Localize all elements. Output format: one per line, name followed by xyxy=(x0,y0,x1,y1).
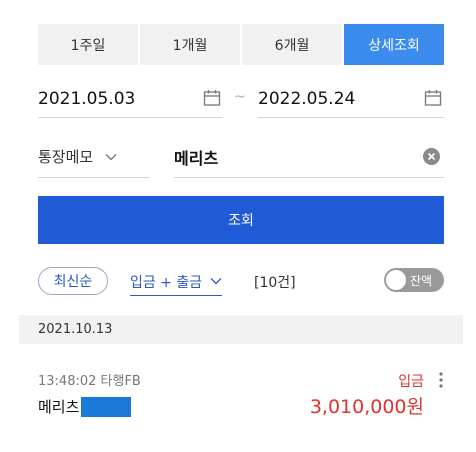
chevron-down-icon xyxy=(105,153,117,160)
list-filters: 최신순 입금 + 출금 [10건] 잔액 xyxy=(38,267,444,297)
balance-toggle[interactable]: 잔액 xyxy=(384,268,444,292)
date-to-value: 2022.05.24 xyxy=(258,88,356,109)
search-button[interactable]: 조회 xyxy=(38,196,444,244)
memo-type-label: 통장메모 xyxy=(38,148,94,166)
period-tabs: 1주일 1개월 6개월 상세조회 xyxy=(38,24,444,65)
transaction-type-label: 입금 + 출금 xyxy=(130,275,203,291)
transaction-amount: 3,010,000원 xyxy=(309,396,424,418)
date-separator: ~ xyxy=(234,89,246,105)
transaction-memo: 메리츠 xyxy=(38,398,80,416)
balance-toggle-label: 잔액 xyxy=(410,274,433,288)
list-item[interactable]: 13:48:02 타행FB 메리츠 입금 3,010,000원 xyxy=(38,370,444,420)
memo-input-value: 메리츠 xyxy=(174,148,219,168)
transaction-time-bank: 13:48:02 타행FB xyxy=(38,374,141,389)
memo-filter: 통장메모 메리츠 xyxy=(38,136,444,178)
date-from-field[interactable]: 2021.05.03 xyxy=(38,80,223,118)
transaction-date-header: 2021.10.13 xyxy=(19,315,463,344)
tab-6-months[interactable]: 6개월 xyxy=(242,24,342,65)
date-to-field[interactable]: 2022.05.24 xyxy=(258,80,444,118)
transaction-date: 2021.10.13 xyxy=(38,322,113,337)
chevron-down-icon xyxy=(210,278,222,285)
tab-detail-search[interactable]: 상세조회 xyxy=(344,24,444,65)
toggle-knob xyxy=(386,270,406,290)
tab-1-week[interactable]: 1주일 xyxy=(38,24,138,65)
transaction-type-select[interactable]: 입금 + 출금 xyxy=(130,270,223,296)
date-range: 2021.05.03 ~ 2022.05.24 xyxy=(38,80,444,118)
tab-1-month[interactable]: 1개월 xyxy=(140,24,240,65)
redaction-block xyxy=(81,396,132,417)
clear-icon[interactable] xyxy=(423,148,440,165)
transaction-type-badge: 입금 xyxy=(398,374,424,390)
transaction-memo-row: 메리츠 xyxy=(38,396,132,417)
sort-button[interactable]: 최신순 xyxy=(38,267,108,295)
calendar-icon[interactable] xyxy=(424,89,442,107)
more-icon[interactable] xyxy=(438,372,444,388)
result-count: [10건] xyxy=(254,275,296,291)
memo-type-select[interactable]: 통장메모 xyxy=(38,136,150,178)
calendar-icon[interactable] xyxy=(203,89,221,107)
date-from-value: 2021.05.03 xyxy=(38,88,136,109)
memo-search-input[interactable]: 메리츠 xyxy=(174,136,444,178)
